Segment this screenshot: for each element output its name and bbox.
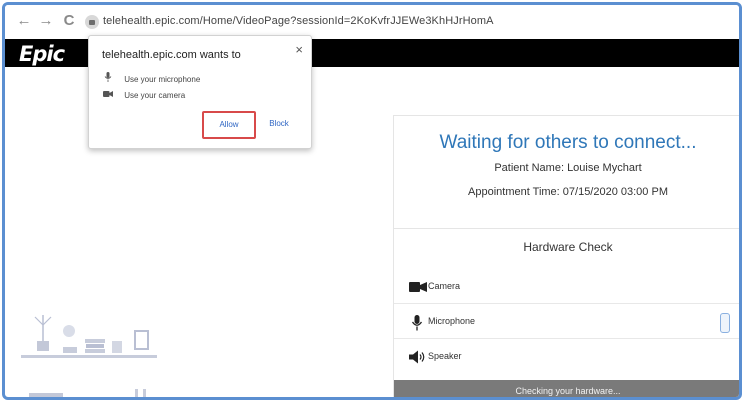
hardware-row-microphone: Microphone bbox=[394, 305, 739, 339]
appointment-time: Appointment Time: 07/15/2020 03:00 PM bbox=[468, 186, 668, 198]
address-bar[interactable]: telehealth.epic.com/Home/VideoPage?sessi… bbox=[103, 15, 494, 27]
waiting-panel: Waiting for others to connect... Patient… bbox=[393, 115, 739, 397]
hardware-label: Camera bbox=[428, 281, 461, 291]
close-icon[interactable]: × bbox=[295, 42, 303, 57]
microphone-icon bbox=[411, 315, 429, 331]
forward-button[interactable]: → bbox=[37, 11, 55, 31]
hardware-check-title: Hardware Check bbox=[523, 240, 613, 254]
lock-icon[interactable] bbox=[85, 15, 99, 29]
permission-label: Use your microphone bbox=[124, 75, 201, 84]
room-illustration bbox=[15, 295, 165, 397]
hardware-label: Speaker bbox=[428, 351, 462, 361]
hardware-status-bar: Checking your hardware... bbox=[394, 380, 739, 397]
permission-label: Use your camera bbox=[124, 91, 186, 100]
patient-name: Patient Name: Louise Mychart bbox=[494, 162, 642, 174]
hardware-row-camera: Camera bbox=[394, 270, 739, 304]
reload-button[interactable]: C bbox=[60, 11, 78, 31]
block-button[interactable]: Block bbox=[259, 115, 299, 133]
microphone-icon bbox=[102, 72, 114, 84]
allow-button[interactable]: Allow bbox=[202, 111, 256, 139]
epic-logo: Epic bbox=[19, 42, 65, 66]
waiting-title: Waiting for others to connect... bbox=[439, 132, 697, 153]
hardware-label: Microphone bbox=[428, 316, 476, 326]
camera-icon bbox=[102, 90, 114, 100]
permission-item-microphone: Use your microphone bbox=[102, 72, 200, 84]
popup-title: telehealth.epic.com wants to bbox=[102, 49, 241, 61]
speaker-icon bbox=[409, 350, 427, 364]
microphone-level-indicator bbox=[720, 313, 730, 333]
permission-item-camera: Use your camera bbox=[102, 90, 185, 100]
screenshot-frame: ← → C telehealth.epic.com/Home/VideoPage… bbox=[2, 2, 742, 400]
hardware-row-speaker: Speaker bbox=[394, 340, 739, 374]
back-button[interactable]: ← bbox=[15, 11, 33, 31]
permission-popup: telehealth.epic.com wants to × Use your … bbox=[88, 35, 312, 149]
camera-icon bbox=[409, 280, 427, 294]
section-divider bbox=[394, 228, 739, 229]
